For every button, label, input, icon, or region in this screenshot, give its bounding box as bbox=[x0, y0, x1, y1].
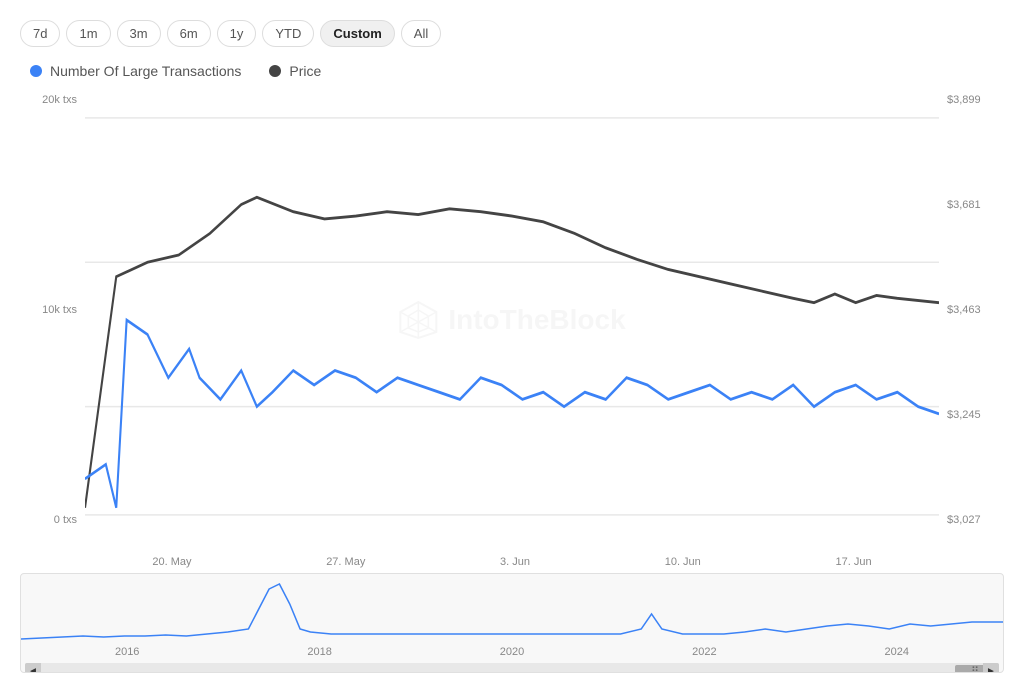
scroll-left-arrow[interactable]: ◄ bbox=[25, 663, 41, 673]
btn-ytd[interactable]: YTD bbox=[262, 20, 314, 47]
y-right-2: $3,681 bbox=[947, 199, 1004, 211]
mini-x-2022: 2022 bbox=[692, 646, 716, 658]
mini-x-2024: 2024 bbox=[885, 646, 909, 658]
y-right-3: $3,463 bbox=[947, 304, 1004, 316]
mini-x-axis: 2016 2018 2020 2022 2024 bbox=[21, 644, 1003, 660]
mini-chart-svg bbox=[21, 574, 1003, 644]
mini-chart-container: 2016 2018 2020 2022 2024 ◄ ⣿ ► bbox=[20, 573, 1004, 673]
mini-transactions-line bbox=[21, 584, 1003, 639]
time-range-buttons: 7d 1m 3m 6m 1y YTD Custom All bbox=[20, 20, 1004, 47]
price-line bbox=[85, 197, 939, 507]
x-label-1: 20. May bbox=[152, 556, 191, 568]
chart-plot: IntoTheBlock bbox=[85, 89, 939, 551]
x-label-4: 10. Jun bbox=[665, 556, 701, 568]
x-label-5: 17. Jun bbox=[836, 556, 872, 568]
mini-x-2018: 2018 bbox=[307, 646, 331, 658]
y-left-bottom: 0 txs bbox=[20, 514, 77, 526]
legend-label-transactions: Number Of Large Transactions bbox=[50, 63, 241, 79]
legend-price: Price bbox=[269, 63, 321, 79]
scroll-right-arrow[interactable]: ► bbox=[983, 663, 999, 673]
y-right-4: $3,245 bbox=[947, 409, 1004, 421]
btn-6m[interactable]: 6m bbox=[167, 20, 211, 47]
chart-legend: Number Of Large Transactions Price bbox=[30, 63, 1004, 79]
y-left-mid: 10k txs bbox=[20, 304, 77, 316]
btn-1y[interactable]: 1y bbox=[217, 20, 257, 47]
btn-3m[interactable]: 3m bbox=[117, 20, 161, 47]
main-chart: 20k txs 10k txs 0 txs IntoTheBlock bbox=[20, 89, 1004, 551]
legend-dot-price bbox=[269, 65, 281, 77]
y-left-top: 20k txs bbox=[20, 94, 77, 106]
btn-all[interactable]: All bbox=[401, 20, 441, 47]
x-label-3: 3. Jun bbox=[500, 556, 530, 568]
chart-svg bbox=[85, 89, 939, 551]
transactions-line bbox=[85, 320, 939, 508]
legend-label-price: Price bbox=[289, 63, 321, 79]
mini-x-2016: 2016 bbox=[115, 646, 139, 658]
y-axis-left: 20k txs 10k txs 0 txs bbox=[20, 89, 85, 551]
y-axis-right: $3,899 $3,681 $3,463 $3,245 $3,027 bbox=[939, 89, 1004, 551]
x-label-2: 27. May bbox=[326, 556, 365, 568]
btn-1m[interactable]: 1m bbox=[66, 20, 110, 47]
y-right-5: $3,027 bbox=[947, 514, 1004, 526]
chart-area: 20k txs 10k txs 0 txs IntoTheBlock bbox=[20, 89, 1004, 673]
btn-custom[interactable]: Custom bbox=[320, 20, 394, 47]
btn-7d[interactable]: 7d bbox=[20, 20, 60, 47]
scrollbar[interactable]: ◄ ⣿ ► bbox=[25, 663, 999, 673]
legend-transactions: Number Of Large Transactions bbox=[30, 63, 241, 79]
main-container: 7d 1m 3m 6m 1y YTD Custom All Number Of … bbox=[0, 0, 1024, 683]
mini-x-2020: 2020 bbox=[500, 646, 524, 658]
legend-dot-transactions bbox=[30, 65, 42, 77]
x-axis: 20. May 27. May 3. Jun 10. Jun 17. Jun bbox=[85, 551, 939, 573]
y-right-1: $3,899 bbox=[947, 94, 1004, 106]
